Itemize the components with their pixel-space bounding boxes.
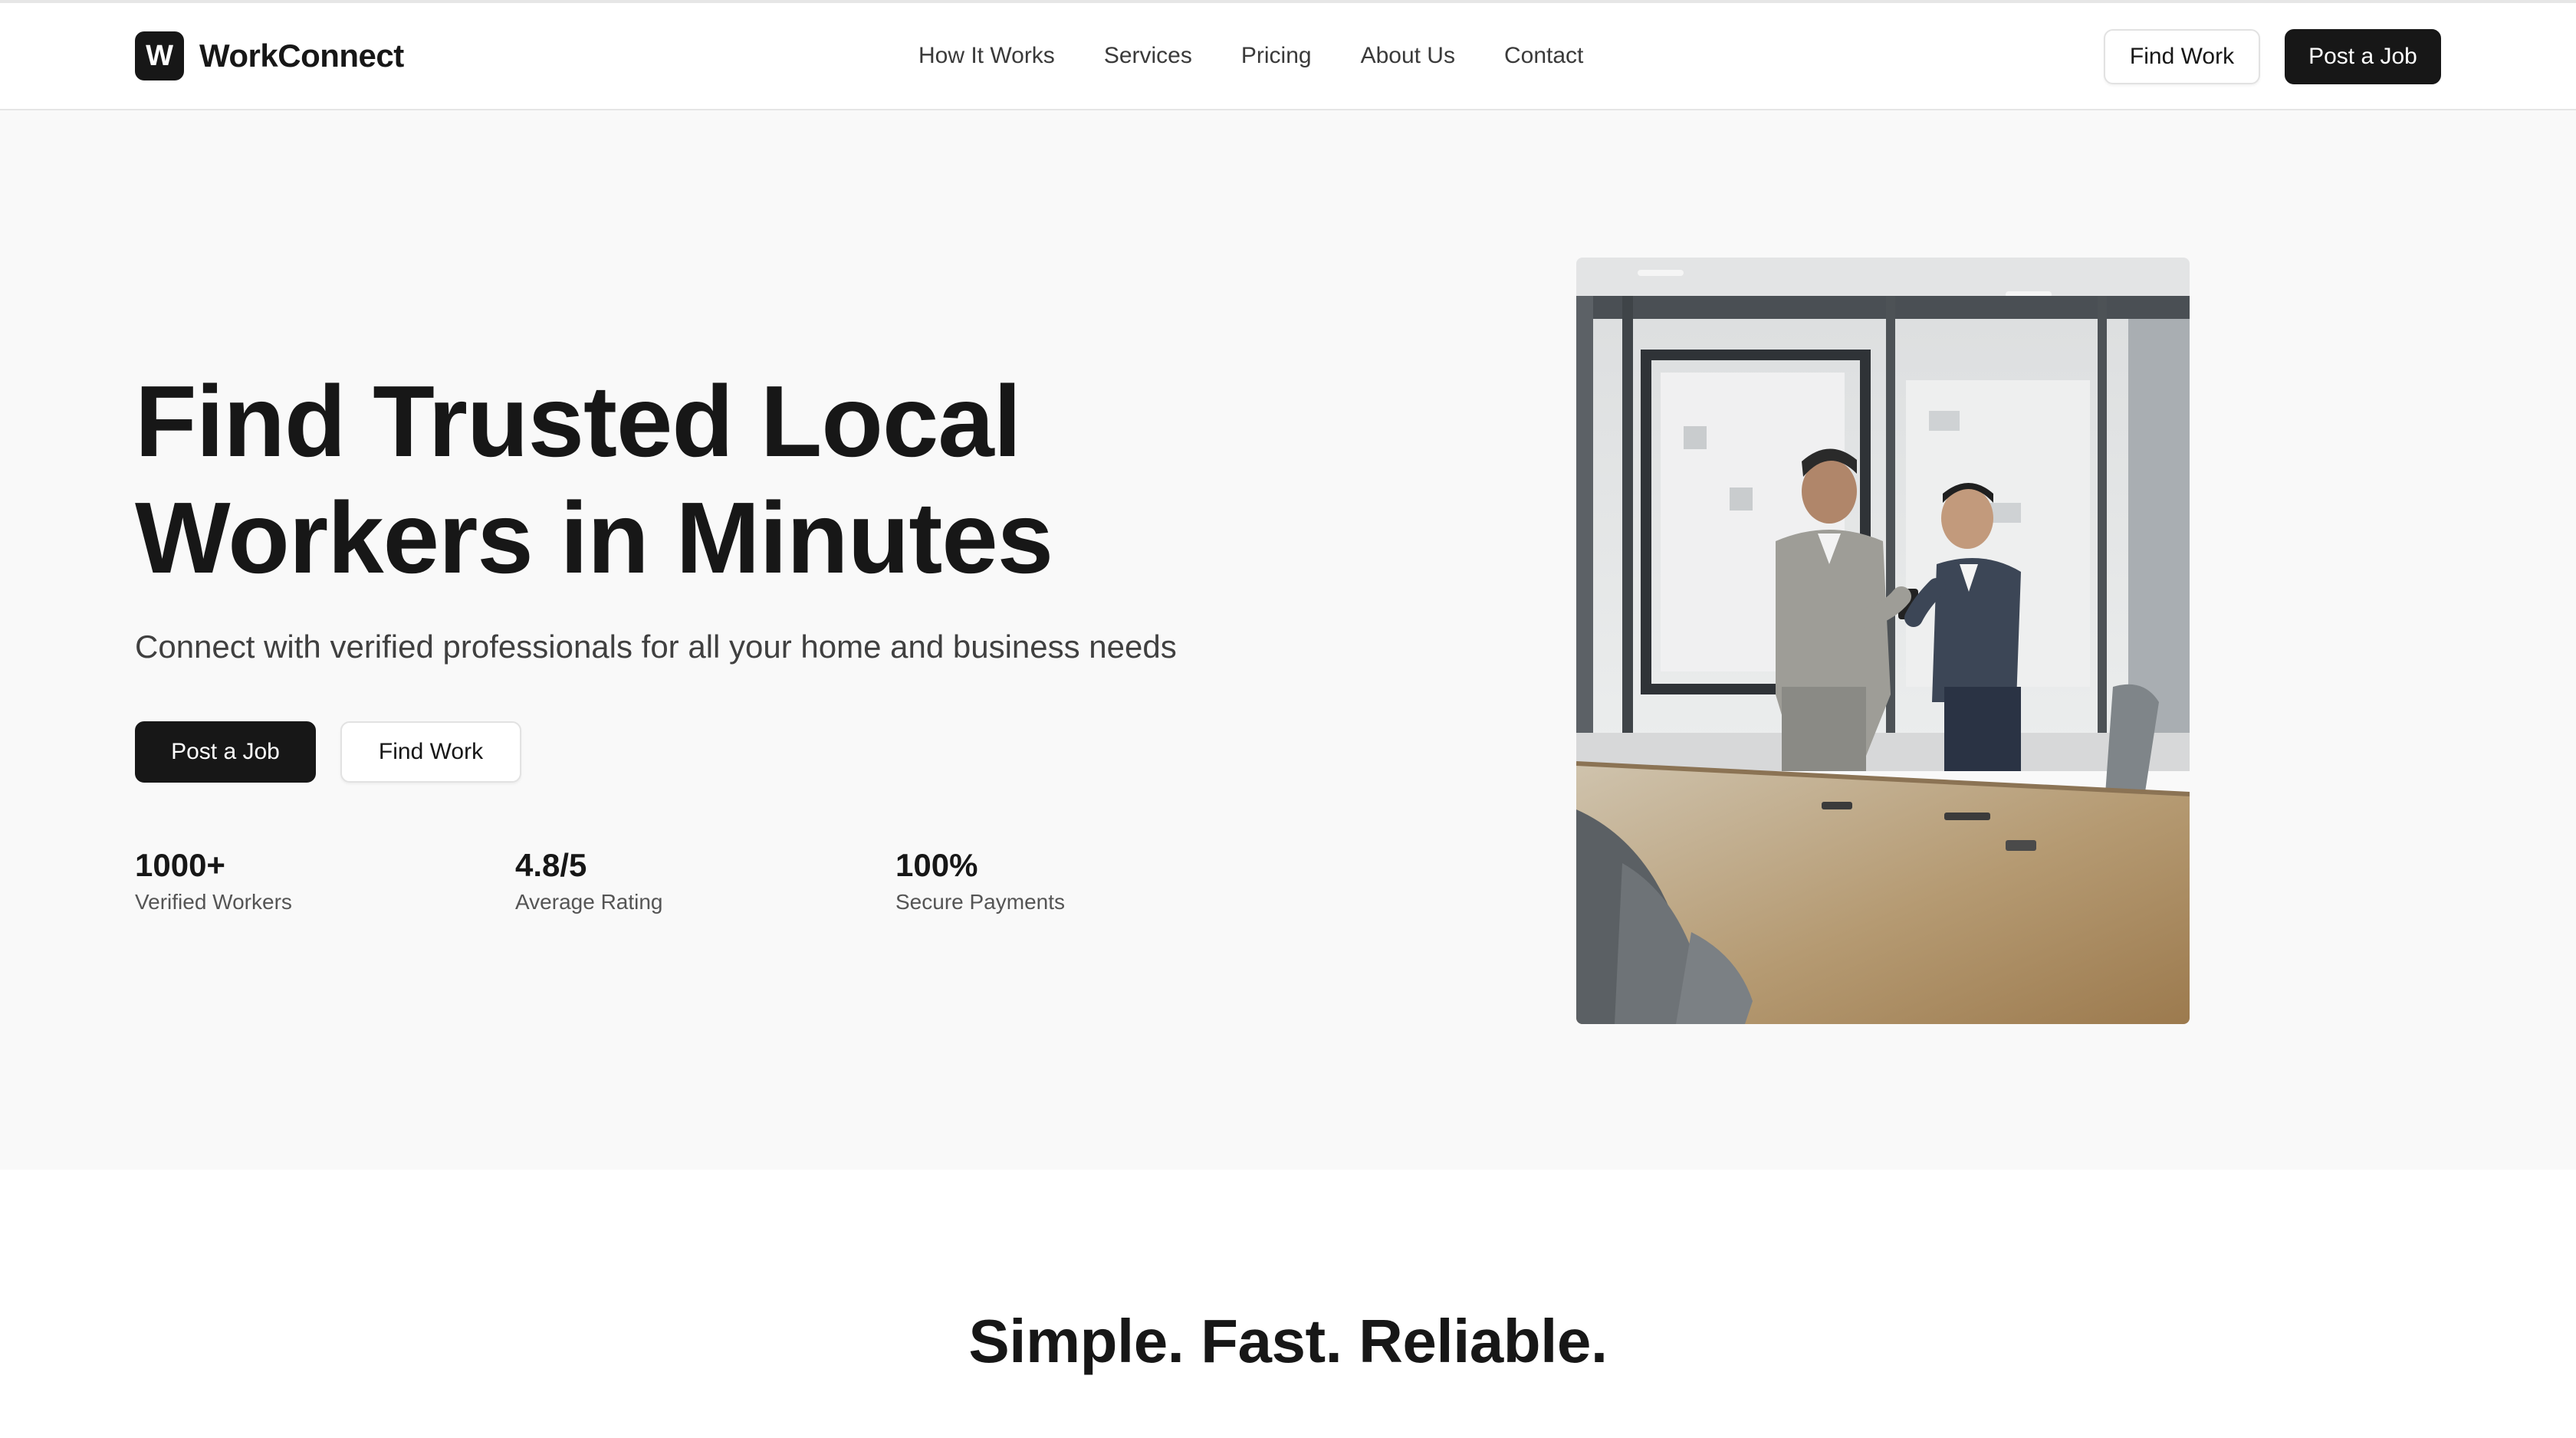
stat-verified-workers: 1000+ Verified Workers xyxy=(135,844,292,918)
hero-find-work-button[interactable]: Find Work xyxy=(340,721,521,783)
nav-post-job-button[interactable]: Post a Job xyxy=(2285,29,2441,84)
nav-find-work-button[interactable]: Find Work xyxy=(2104,29,2260,84)
hero-subtitle: Connect with verified professionals for … xyxy=(135,629,1177,665)
brand-name: WorkConnect xyxy=(199,38,404,74)
logo-icon: W xyxy=(135,31,184,80)
main-nav: How It Works Services Pricing About Us C… xyxy=(918,41,1583,71)
stat-value: 1000+ xyxy=(135,847,225,883)
stat-value: 100% xyxy=(895,847,978,883)
stat-label: Verified Workers xyxy=(135,890,292,914)
stat-label: Secure Payments xyxy=(895,890,1065,914)
hero-image xyxy=(1576,258,2190,1024)
hero-title-line-1: Find Trusted Local xyxy=(135,365,1021,478)
nav-link-pricing[interactable]: Pricing xyxy=(1241,41,1312,71)
nav-link-contact[interactable]: Contact xyxy=(1504,41,1583,71)
section-title: Simple. Fast. Reliable. xyxy=(968,1307,1608,1375)
hero-post-job-button[interactable]: Post a Job xyxy=(135,721,316,783)
stat-label: Average Rating xyxy=(515,890,663,914)
stat-secure-payments: 100% Secure Payments xyxy=(895,844,1065,918)
stat-value: 4.8/5 xyxy=(515,847,587,883)
nav-link-about-us[interactable]: About Us xyxy=(1361,41,1455,71)
brand-logo[interactable]: W WorkConnect xyxy=(135,31,404,80)
stat-average-rating: 4.8/5 Average Rating xyxy=(515,844,663,918)
hero-title-line-2: Workers in Minutes xyxy=(135,481,1053,594)
nav-link-how-it-works[interactable]: How It Works xyxy=(918,41,1055,71)
navbar: W WorkConnect How It Works Services Pric… xyxy=(0,3,2576,110)
hero-title: Find Trusted Local Workers in Minutes xyxy=(135,363,1208,596)
hero-section: Find Trusted Local Workers in Minutes Co… xyxy=(0,110,2576,1170)
nav-link-services[interactable]: Services xyxy=(1104,41,1192,71)
